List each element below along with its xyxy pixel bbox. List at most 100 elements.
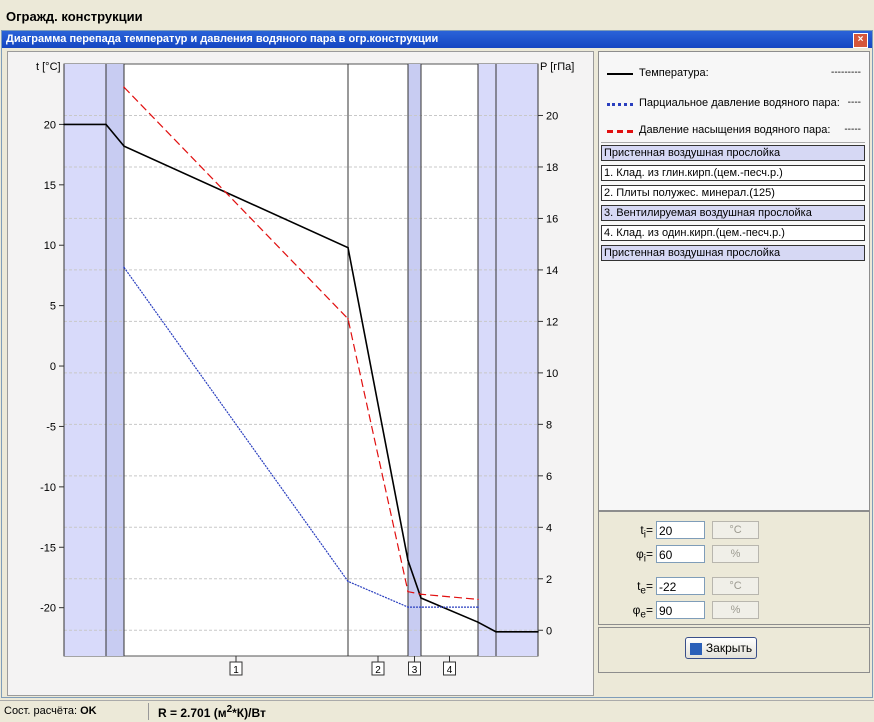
param-label-text: φ [635,547,644,561]
series-point [477,621,479,623]
close-button[interactable]: Закрыть [685,637,757,659]
layer-number-label: 2 [375,665,381,676]
series-point [123,86,125,88]
left-tick-label: 0 [50,361,56,373]
legend-value: --------- [831,67,861,78]
layer-item[interactable]: 2. Плиты полужес. минерал.(125) [601,185,865,201]
chart-svg: 2018161412108642020151050-5-10-15-20t [°… [36,61,574,676]
param-label-sub: i [643,553,646,565]
series-point [105,123,107,126]
dialog-caption: Диаграмма перепада температур и давления… [2,31,872,48]
right-tick-label: 12 [546,316,558,328]
series-point [347,318,349,320]
side-panel: Температура: --------- Парциальное давле… [598,51,870,511]
series-point [477,598,479,601]
status-calc-label: Сост. расчёта: [4,705,78,717]
status-divider [148,703,149,720]
layer-item[interactable]: Пристенная воздушная прослойка [601,145,865,161]
legend-label: Парциальное давление водяного пара: [639,97,840,109]
right-tick-label: 10 [546,368,558,380]
right-tick-label: 2 [546,574,552,586]
param-row-te: te= -22 °C [599,577,869,597]
right-tick-label: 14 [546,265,558,277]
status-calc: Сост. расчёта: OK [4,705,97,717]
left-tick-label: -15 [40,542,56,554]
series-point [407,606,409,608]
legend-value: ---- [847,97,861,108]
layer-number-label: 4 [447,665,453,676]
series-point [347,246,349,249]
button-area: Закрыть [598,627,870,673]
air-layer-band [478,64,496,656]
param-label-te: te= [637,579,653,597]
left-tick-label: 5 [50,301,56,313]
te-unit: °C [712,577,759,595]
air-layer-band [106,64,124,656]
close-icon[interactable]: × [853,33,868,48]
te-input[interactable]: -22 [656,577,705,595]
param-label-phii: φi= [635,547,653,565]
right-tick-label: 20 [546,110,558,122]
right-tick-label: 4 [546,522,552,534]
param-label-sub: e [640,609,646,621]
param-label-sub: i [643,529,646,541]
left-tick-label: 15 [44,180,56,192]
layer-item[interactable]: 1. Клад. из глин.кирп.(цем.-песч.р.) [601,165,865,181]
right-tick-label: 16 [546,213,558,225]
series-point [407,559,409,562]
legend-line-temperature [607,73,633,75]
right-tick-label: 18 [546,162,558,174]
legend-row-saturation-pressure: Давление насыщения водяного пара: ----- [601,123,865,139]
close-button-label: Закрыть [705,641,753,655]
legend-value: ----- [844,124,861,135]
series-point [420,606,422,608]
param-label-phie: φe= [632,603,653,621]
left-tick-label: 20 [44,119,56,131]
layer-item[interactable]: 3. Вентилируемая воздушная прослойка [601,205,865,221]
legend-row-temperature: Температура: --------- [601,66,865,82]
series-point [63,123,65,126]
legend-line-saturation-pressure [607,130,633,133]
left-tick-label: -10 [40,482,56,494]
phii-input[interactable]: 60 [656,545,705,563]
legend-label: Давление насыщения водяного пара: [639,124,831,136]
series-point [537,631,539,633]
left-tick-label: -20 [40,603,56,615]
series-point [123,266,125,269]
right-tick-label: 6 [546,471,552,483]
phie-input[interactable]: 90 [656,601,705,619]
left-tick-label: 10 [44,240,56,252]
plot-area [63,63,539,657]
legend: Температура: --------- Парциальное давле… [601,54,865,143]
y-axis-right-label: P [гПа] [540,61,574,73]
status-resistance: R = 2.701 (м2*К)/Вт [158,704,266,720]
legend-line-partial-pressure [607,103,633,106]
params-panel: ti= 20 °C φi= 60 % te= -22 °C φe= 90 % [598,511,870,625]
ti-input[interactable]: 20 [656,521,705,539]
right-tick-label: 8 [546,419,552,431]
door-icon [689,642,702,655]
layer-number-label: 3 [412,665,418,676]
layer-item[interactable]: Пристенная воздушная прослойка [601,245,865,261]
status-bar: Сост. расчёта: OK R = 2.701 (м2*К)/Вт [0,700,874,722]
diagram-dialog: Диаграмма перепада температур и давления… [1,30,873,698]
right-tick-label: 0 [546,625,552,637]
air-layer-band [496,64,538,656]
layer-item[interactable]: 4. Клад. из один.кирп.(цем.-песч.р.) [601,225,865,241]
legend-label: Температура: [639,67,709,79]
y-axis-left-label: t [°C] [36,61,61,73]
app-title: Огражд. конструкции [6,9,143,24]
chart-panel: 20 18 16 14 12 10 8 6 4 2 0 20 15 10 5 0 -5 -10 -15 -20 t [°… [7,51,594,696]
layers-list: Пристенная воздушная прослойка 1. Клад. … [601,145,865,265]
series-point [477,606,479,608]
param-label-sub: e [640,585,646,597]
phie-unit: % [712,601,759,619]
status-r-text: R = 2.701 (м [158,706,227,720]
series-point [420,597,422,599]
legend-row-partial-pressure: Парциальное давление водяного пара: ---- [601,96,865,112]
series-point [420,593,422,596]
param-label-ti: ti= [640,523,653,541]
phii-unit: % [712,545,759,563]
status-calc-value: OK [80,705,97,717]
series-point [407,590,409,593]
